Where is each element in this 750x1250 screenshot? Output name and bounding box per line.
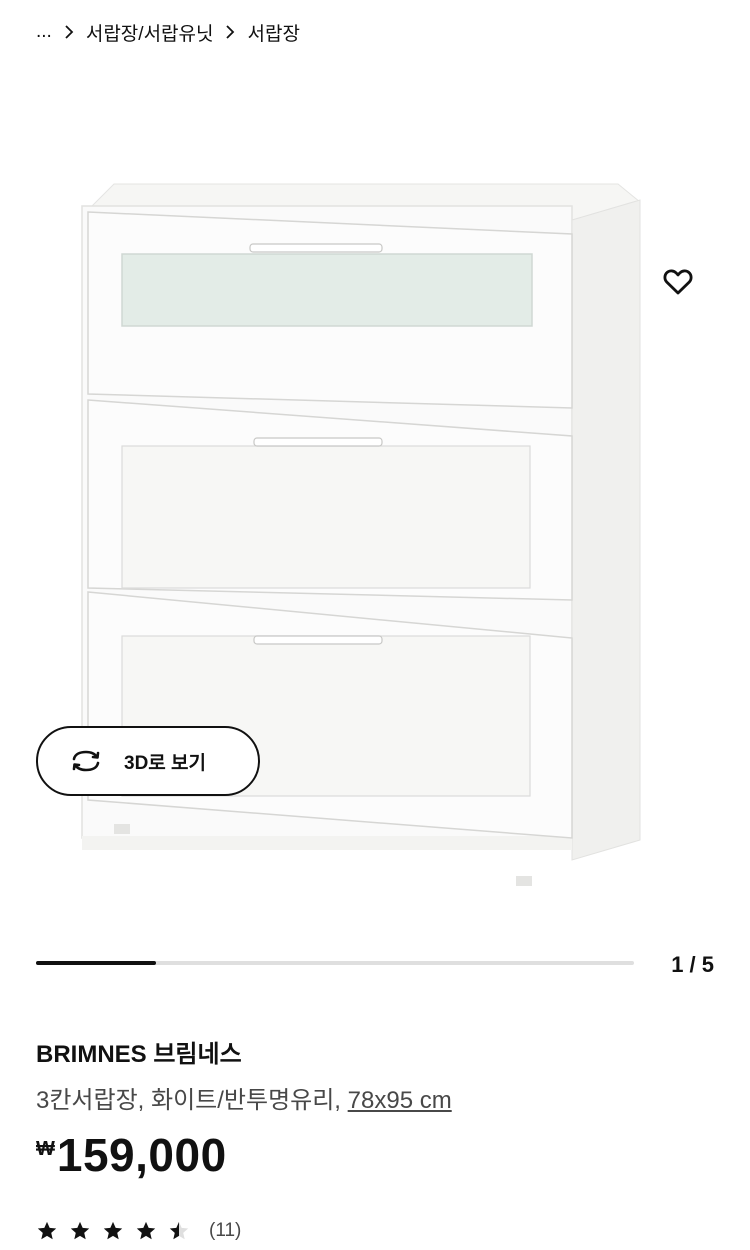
product-price: ₩ 159,000 [36,1132,227,1178]
product-rating[interactable]: (11) [36,1220,241,1242]
review-count[interactable]: (11) [209,1220,241,1242]
star-icon [36,1220,58,1242]
product-image-gallery[interactable] [0,60,750,940]
product-description: 3칸서랍장, 화이트/반투명유리, 78x95 cm [36,1080,452,1115]
star-icon [69,1220,91,1242]
rotate-arrows-icon [72,750,100,772]
view-3d-label: 3D로 보기 [124,752,207,774]
star-icon [102,1220,124,1242]
product-description-text: 3칸서랍장, 화이트/반투명유리, [36,1087,341,1114]
star-half-icon [168,1220,190,1242]
chevron-right-icon [213,25,247,39]
breadcrumb-item-drawer-units[interactable]: 서랍장/서랍유닛 [86,19,214,46]
heart-outline-icon [663,269,693,295]
view-3d-button[interactable]: 3D로 보기 [36,726,260,796]
price-currency: ₩ [36,1138,55,1160]
product-image [81,183,641,886]
chevron-right-icon [52,25,86,39]
breadcrumb-more[interactable]: ... [36,21,52,43]
breadcrumb-item-chest-of-drawers[interactable]: 서랍장 [247,19,299,46]
star-icon [135,1220,157,1242]
gallery-progress-bar [36,961,634,965]
gallery-page-counter: 1 / 5 [671,952,714,977]
product-size-link[interactable]: 78x95 cm [348,1087,452,1114]
gallery-progress-fill [36,961,156,965]
favorite-button[interactable] [641,244,715,318]
breadcrumb: ... 서랍장/서랍유닛 서랍장 [36,14,300,50]
price-amount: 159,000 [56,1129,227,1181]
product-name: BRIMNES 브림네스 [36,1041,242,1068]
